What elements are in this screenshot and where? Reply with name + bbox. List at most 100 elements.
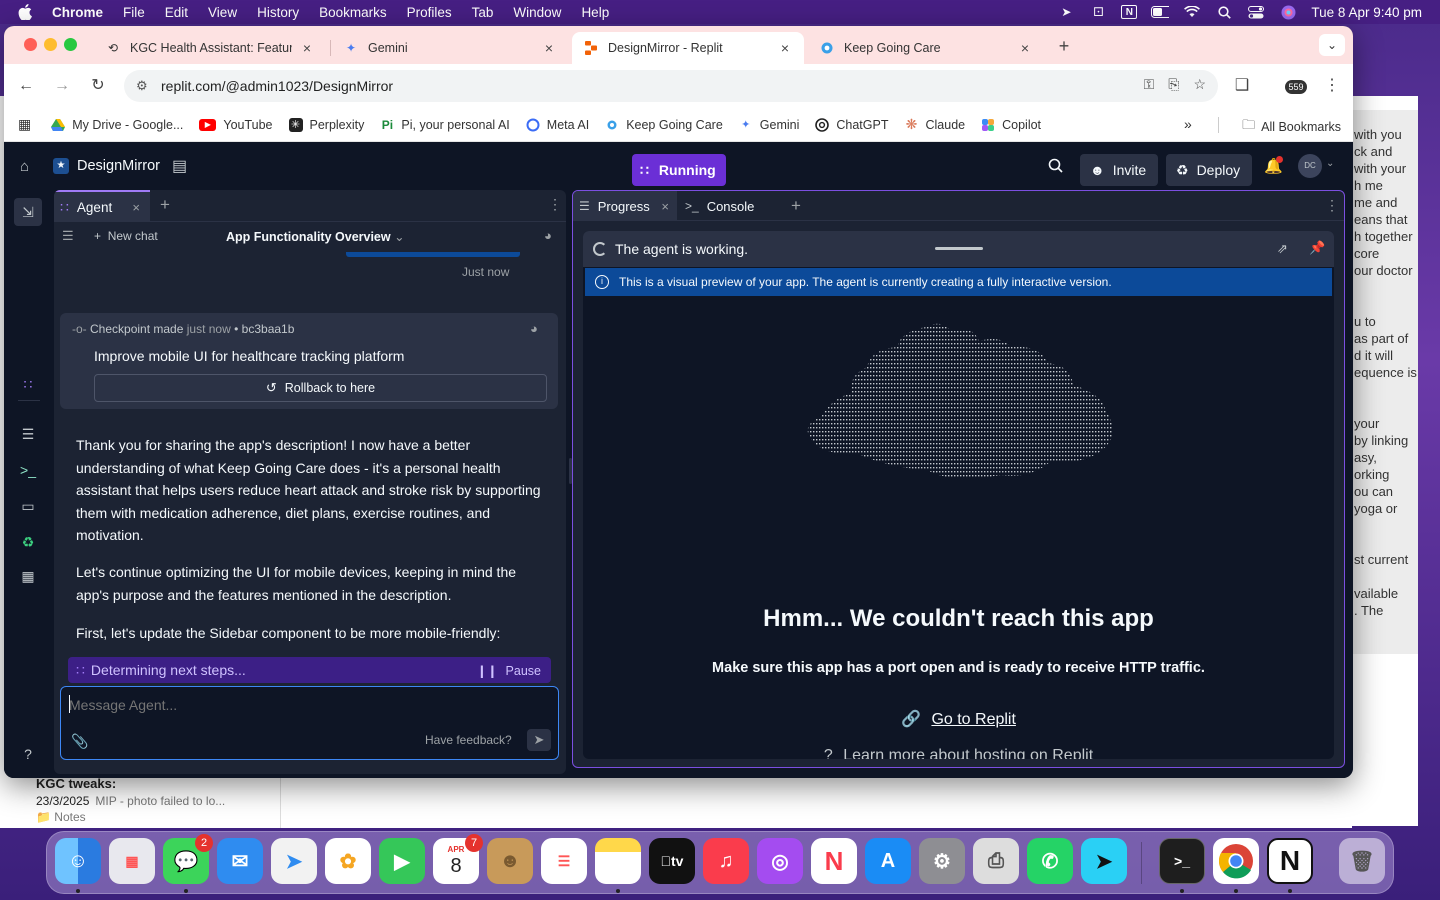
site-settings-icon[interactable]: ⚙ [136,78,148,94]
bookmark-pi[interactable]: Pi Pi, your personal AI [380,118,510,132]
photos-icon[interactable]: ✿ [325,838,371,884]
bookmark-star-icon[interactable]: ☆ [1193,76,1206,93]
reload-icon[interactable]: ↻ [86,74,110,98]
message-agent-input[interactable] [69,695,549,715]
menu-view[interactable]: View [208,5,237,20]
window-close-button[interactable] [24,38,37,51]
messages-icon[interactable]: 💬 2 [163,834,213,884]
tab-close-icon[interactable]: × [661,199,669,214]
menu-help[interactable]: Help [581,5,609,20]
calendar-icon[interactable]: APR 8 7 [433,834,483,884]
new-chat-button[interactable]: + New chat [94,229,158,243]
tab-designmirror-replit[interactable]: DesignMirror - Replit × [572,32,804,64]
checkpoint-gauge-icon[interactable]: ◕ [530,321,538,336]
menu-tab[interactable]: Tab [472,5,494,20]
all-bookmarks-button[interactable]: 🗀 All Bookmarks [1242,116,1341,138]
project-info-icon[interactable]: ▤ [172,156,187,176]
news-icon[interactable]: N [811,838,857,884]
wifi-icon[interactable] [1183,5,1201,19]
menubar-clock[interactable]: Tue 8 Apr 9:40 pm [1311,5,1422,20]
menu-bookmarks[interactable]: Bookmarks [319,5,387,20]
install-app-icon[interactable]: ⎘ [1168,76,1179,93]
battery-icon[interactable] [1151,5,1170,19]
tab-kgc-health[interactable]: ⟲ KGC Health Assistant: Featur × [94,32,326,64]
siri-icon[interactable] [1279,5,1297,19]
feedback-link[interactable]: Have feedback? [425,733,512,747]
music-icon[interactable]: ♫ [703,838,749,884]
project-avatar-icon[interactable]: ★ [53,158,69,174]
checkpoint-hash[interactable]: bc3baa1b [242,322,295,336]
learn-more-link[interactable]: ? Learn more about hosting on Replit [583,747,1334,759]
tab-close-icon[interactable]: × [542,40,556,56]
accessibility-icon[interactable]: ⚀ [1089,5,1107,19]
flow-app-icon[interactable]: ➤ [1057,5,1075,19]
bookmark-youtube[interactable]: ▶ YouTube [199,118,273,132]
reminders-icon[interactable]: ☰ [541,838,587,884]
forward-arrow-icon[interactable]: → [50,74,74,98]
extension-badge-icon[interactable]: 559 [1282,74,1310,98]
all-tools-grid-icon[interactable]: ▦ [18,566,38,586]
account-chevron-down-icon[interactable]: ⌄ [1326,158,1334,169]
console-rail-icon[interactable]: >_ [18,460,38,480]
usage-gauge-icon[interactable]: ◕ [544,228,552,243]
running-status-button[interactable]: ∷ Running [632,154,726,186]
tab-agent[interactable]: ∷ Agent × [54,190,150,222]
chat-title-dropdown[interactable]: App Functionality Overview ⌄ [226,229,405,244]
trash-icon[interactable]: 🗑 [1339,838,1385,884]
apps-grid-icon[interactable]: ▦ [18,116,31,133]
bookmark-keep-going-care[interactable]: Keep Going Care [605,118,723,132]
control-center-icon[interactable] [1247,5,1265,19]
bookmarks-overflow-icon[interactable]: » [1184,116,1192,132]
attach-paperclip-icon[interactable]: 📎 [71,733,88,750]
chrome-menu-kebab-icon[interactable]: ⋮ [1320,74,1344,98]
add-tab-icon[interactable]: + [160,195,170,215]
bookmark-meta-ai[interactable]: Meta AI [526,118,589,132]
new-tab-button[interactable]: + [1052,34,1076,58]
notion-dock-icon[interactable]: N [1267,838,1313,884]
bookmark-perplexity[interactable]: ✳ Perplexity [288,117,364,132]
extensions-puzzle-icon[interactable]: ❑ [1230,74,1254,98]
deploy-button[interactable]: ♻ Deploy [1166,154,1252,186]
menu-history[interactable]: History [257,5,299,20]
menu-window[interactable]: Window [513,5,561,20]
contacts-icon[interactable]: ☻ [487,838,533,884]
apple-tv-icon[interactable]: tv [649,838,695,884]
maps-icon[interactable]: ➤ [271,838,317,884]
go-to-replit-link[interactable]: 🔗 Go to Replit [583,709,1334,729]
tab-close-icon[interactable]: × [1018,40,1032,56]
chat-history-list-icon[interactable]: ☰ [62,228,74,244]
flow-app-dock-icon[interactable]: ➤ [1081,838,1127,884]
whatsapp-icon[interactable]: ✆ [1027,838,1073,884]
invite-button[interactable]: ☻ Invite [1080,154,1158,186]
add-tab-icon[interactable]: + [791,196,801,216]
app-store-icon[interactable]: A [865,838,911,884]
bookmark-copilot[interactable]: Copilot [981,118,1041,132]
finder-icon[interactable]: ☺ [55,838,101,884]
tab-close-icon[interactable]: × [778,40,792,56]
tab-close-icon[interactable]: × [300,40,314,56]
open-external-icon[interactable]: ⇗ [1277,241,1288,257]
agent-rail-icon[interactable]: ∷ [18,374,38,394]
podcasts-icon[interactable]: ◎ [757,838,803,884]
tab-gemini[interactable]: ✦ Gemini × [332,32,568,64]
search-icon[interactable] [1048,158,1063,176]
progress-rail-icon[interactable]: ☰ [18,424,38,444]
printer-icon[interactable]: ⎙ [973,838,1019,884]
tab-search-dropdown-icon[interactable]: ⌄ [1319,34,1345,56]
sidebar-toggle-icon[interactable]: ⇲ [14,198,42,226]
launchpad-icon[interactable]: ▦ [109,838,155,884]
url-text[interactable]: replit.com/@admin1023/DesignMirror [161,78,393,94]
tab-console[interactable]: >_ Console [679,191,783,221]
address-bar[interactable]: ⚙ replit.com/@admin1023/DesignMirror ⚿ ⎘… [124,70,1218,102]
note-item-title[interactable]: KGC tweaks: [36,776,116,791]
rollback-button[interactable]: ↺ Rollback to here [94,374,547,402]
agent-panel-menu-icon[interactable]: ⋮ [548,196,562,213]
bookmark-gemini[interactable]: ✦ Gemini [739,118,799,132]
bookmark-my-drive[interactable]: My Drive - Google... [51,118,183,132]
window-minimize-button[interactable] [44,38,57,51]
tab-progress[interactable]: ☰ Progress × [573,191,677,221]
tab-close-icon[interactable]: × [132,200,140,215]
spotlight-search-icon[interactable] [1215,5,1233,19]
facetime-icon[interactable]: ▶ [379,838,425,884]
window-zoom-button[interactable] [64,38,77,51]
